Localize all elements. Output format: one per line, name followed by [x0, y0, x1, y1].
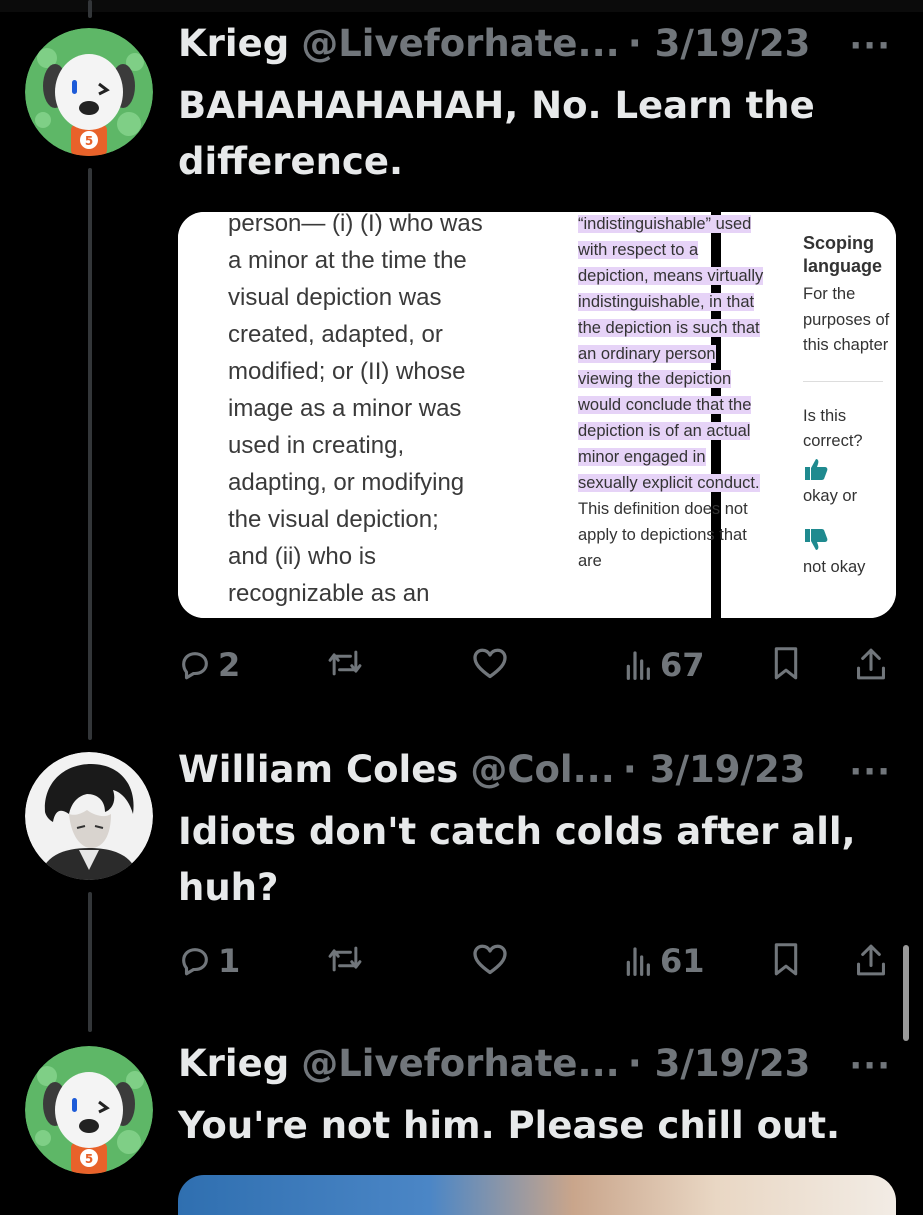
- tweet-date[interactable]: · 3/19/23: [628, 22, 811, 65]
- bookmark-icon: [774, 943, 798, 976]
- more-options-icon[interactable]: ···: [849, 752, 891, 792]
- heart-icon: [473, 944, 507, 975]
- tweet-text: Idiots don't catch colds after all, huh?: [178, 810, 856, 909]
- more-options-icon[interactable]: ···: [849, 26, 891, 66]
- thread-line: [88, 892, 92, 1032]
- view-count: 61: [660, 942, 705, 980]
- scrollbar[interactable]: [903, 945, 909, 1041]
- bookmark-icon: [774, 647, 798, 680]
- plain-text: This definition does not apply to depict…: [578, 499, 748, 570]
- side-title: Scoping language: [803, 233, 883, 276]
- views-button[interactable]: 67: [624, 646, 705, 684]
- thumbs-down-icon[interactable]: [803, 528, 893, 557]
- tweet-header: Krieg @Liveforhate... · 3/19/23: [178, 22, 810, 65]
- author-name[interactable]: William Coles: [178, 748, 458, 791]
- avatar[interactable]: 5: [25, 1046, 153, 1174]
- view-count: 67: [660, 646, 705, 684]
- highlighted-text: “indistinguishable” used with respect to…: [578, 215, 764, 493]
- author-name[interactable]: Krieg: [178, 1042, 289, 1085]
- tweet-text: You're not him. Please chill out.: [178, 1104, 841, 1147]
- more-options-icon[interactable]: ···: [849, 1046, 891, 1086]
- tweet-actions: 1 61: [178, 942, 898, 986]
- reply-button[interactable]: 2: [178, 646, 240, 684]
- svg-text:5: 5: [85, 1152, 93, 1166]
- views-icon: [626, 651, 650, 680]
- share-button[interactable]: [854, 942, 888, 978]
- thread-line: [88, 0, 92, 18]
- side-question: Is this correct?: [803, 406, 863, 451]
- retweet-button[interactable]: [326, 646, 364, 680]
- tweet-actions: 2 67: [178, 646, 898, 690]
- author-name[interactable]: Krieg: [178, 22, 289, 65]
- retweet-button[interactable]: [326, 942, 364, 976]
- side-body: For the purposes of this chapter: [803, 285, 890, 354]
- like-button[interactable]: [472, 942, 508, 976]
- retweet-icon: [328, 650, 362, 676]
- reply-icon: [182, 948, 208, 976]
- share-icon: [857, 648, 885, 680]
- thread-line: [88, 168, 92, 740]
- svg-text:5: 5: [85, 134, 93, 148]
- tweet-text: BAHAHAHAHAH, No. Learn the difference.: [178, 84, 815, 183]
- heart-icon: [473, 648, 507, 679]
- like-button[interactable]: [472, 646, 508, 680]
- reply-count: 1: [218, 942, 241, 980]
- views-icon: [626, 947, 650, 976]
- tweet-media[interactable]: person— (i) (I) who was a minor at the t…: [178, 212, 896, 618]
- author-handle[interactable]: @Liveforhate...: [301, 1042, 620, 1085]
- side-not-okay: not okay: [803, 557, 866, 576]
- tweet-header: William Coles @Col... · 3/19/23: [178, 748, 805, 791]
- tweet-date[interactable]: · 3/19/23: [628, 1042, 811, 1085]
- side-okay: okay or: [803, 486, 858, 505]
- media-right-text: “indistinguishable” used with respect to…: [578, 212, 768, 575]
- author-handle[interactable]: @Liveforhate...: [301, 22, 620, 65]
- author-handle[interactable]: @Col...: [470, 748, 614, 791]
- views-button[interactable]: 61: [624, 942, 705, 980]
- tweet-date[interactable]: · 3/19/23: [623, 748, 806, 791]
- tweet-header: Krieg @Liveforhate... · 3/19/23: [178, 1042, 810, 1085]
- bookmark-button[interactable]: [772, 646, 800, 682]
- side-divider: [803, 380, 883, 382]
- top-divider: [0, 0, 923, 12]
- thumbs-up-icon[interactable]: [803, 457, 893, 486]
- avatar[interactable]: 5: [25, 28, 153, 156]
- bookmark-button[interactable]: [772, 942, 800, 978]
- share-icon: [857, 944, 885, 976]
- retweet-icon: [328, 946, 362, 972]
- reply-icon: [182, 652, 208, 680]
- share-button[interactable]: [854, 646, 888, 682]
- tweet-media[interactable]: [178, 1175, 896, 1215]
- reply-button[interactable]: 1: [178, 942, 240, 980]
- side-panel: Scoping language For the purposes of thi…: [803, 232, 893, 577]
- avatar[interactable]: [25, 752, 153, 880]
- reply-count: 2: [218, 646, 241, 684]
- media-right-panel: “indistinguishable” used with respect to…: [578, 212, 896, 618]
